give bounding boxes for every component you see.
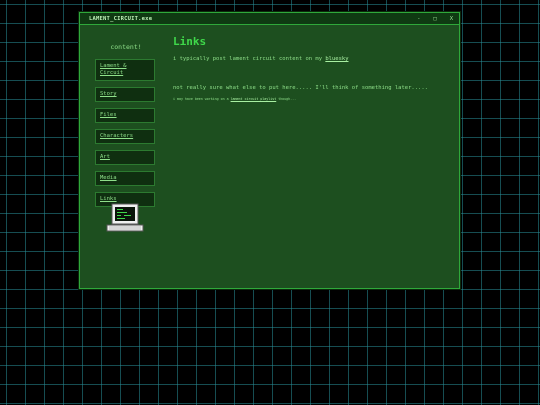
sidebar-title: content! [110,43,142,51]
title-bar[interactable]: LAMENT_CIRCUIT.exe - □ X [80,13,459,25]
window-controls: - □ X [417,16,453,22]
maximize-button[interactable]: □ [433,16,436,22]
sidebar-item-lament-circuit[interactable]: Lament & Circuit [95,59,155,81]
close-button[interactable]: X [450,16,453,22]
sidebar-item-story[interactable]: Story [95,87,155,102]
sidebar-item-characters[interactable]: Characters [95,129,155,144]
intro-text: i typically post lament circuit content … [173,56,326,62]
window-title: LAMENT_CIRCUIT.exe [89,15,153,22]
playlist-paragraph: i may have been working on a lament circ… [173,97,443,101]
retro-computer-icon [106,203,144,237]
playlist-text: i may have been working on a [173,97,231,101]
playlist-link[interactable]: lament circuit playlist [231,97,277,101]
page-title: Links [173,35,207,48]
sidebar-item-files[interactable]: Files [95,108,155,123]
sidebar-item-media[interactable]: Media [95,171,155,186]
sidebar-item-art[interactable]: Art [95,150,155,165]
note-paragraph: not really sure what else to put here...… [173,85,428,91]
main-content: Links i typically post lament circuit co… [173,35,443,101]
minimize-button[interactable]: - [417,16,420,22]
intro-paragraph: i typically post lament circuit content … [173,56,443,62]
bluesky-link[interactable]: bluesky [325,56,348,62]
playlist-end-text: though... [276,97,297,101]
sidebar-nav: content! Lament & Circuit Story Files Ch… [95,43,155,213]
app-window: LAMENT_CIRCUIT.exe - □ X content! Lament… [79,12,460,289]
